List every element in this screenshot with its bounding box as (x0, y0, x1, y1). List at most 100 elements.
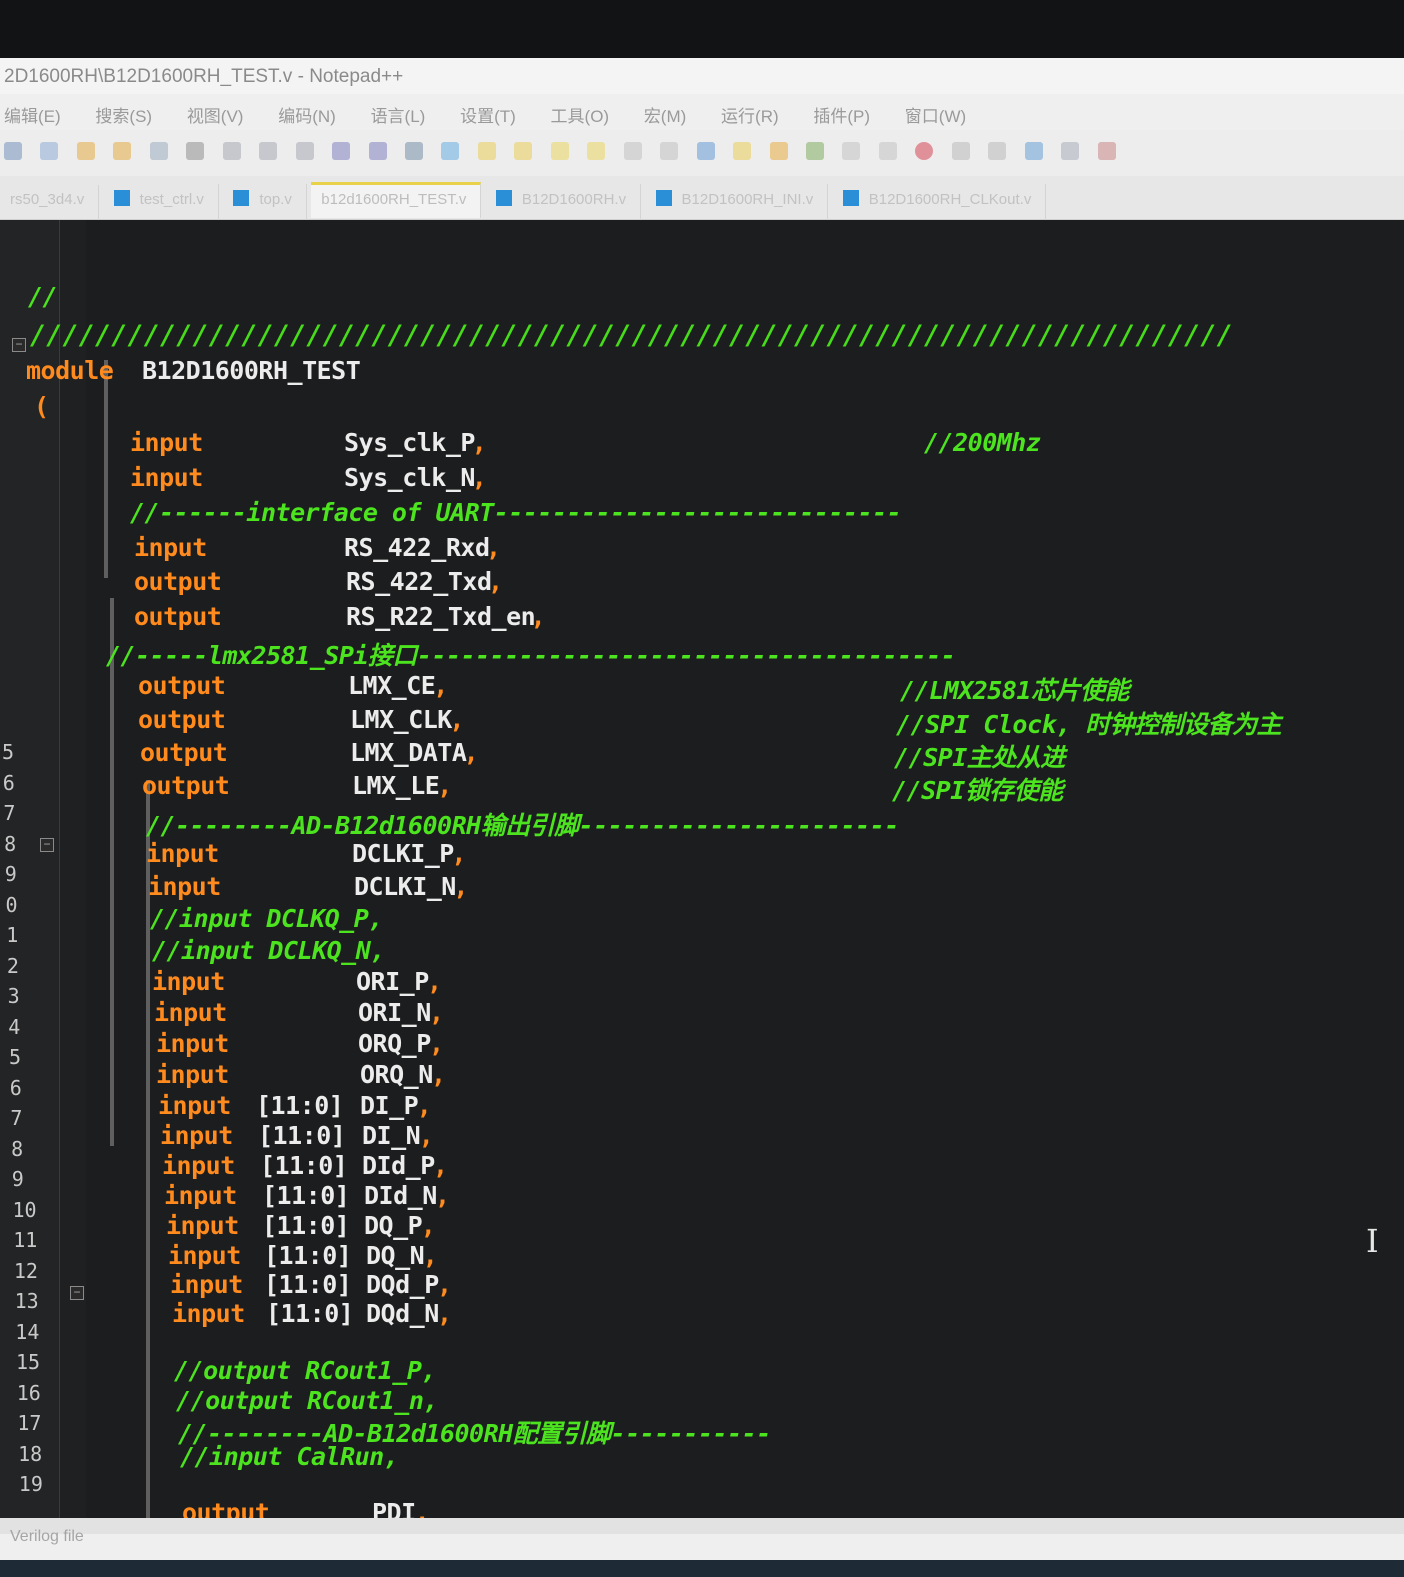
menu-settings[interactable]: 设置(T) (460, 102, 516, 127)
menu-encoding[interactable]: 编码(N) (278, 102, 336, 127)
menu-edit[interactable]: 编辑(E) (4, 102, 61, 127)
indent-guide (104, 360, 108, 578)
code-keyword: input (170, 1270, 243, 1299)
line-number: 16 (16, 1380, 41, 1405)
fold-toggle-icon[interactable]: − (70, 1286, 84, 1300)
spell-check-icon[interactable] (1097, 142, 1116, 160)
indent-guide-icon[interactable] (696, 142, 715, 160)
save-icon[interactable] (76, 142, 95, 160)
tab-b12d1600rh-ini[interactable]: B12D1600RH_INI.v (646, 184, 829, 220)
sync-scroll-v-icon[interactable] (550, 142, 569, 160)
find-icon[interactable] (404, 142, 423, 160)
save-macro-icon[interactable] (1061, 142, 1080, 160)
line-number: 7 (10, 1106, 23, 1130)
redo-icon[interactable] (368, 142, 387, 160)
tab-b12d1600rh-test[interactable]: b12d1600RH_TEST.v (311, 182, 482, 218)
code-punctuation: , (414, 1498, 430, 1518)
tab-label: B12D1600RH_CLKout.v (868, 191, 1032, 208)
play-macro-icon[interactable] (988, 142, 1007, 160)
show-all-chars-icon[interactable] (660, 142, 679, 160)
cut-icon[interactable] (222, 142, 241, 160)
monitoring-icon[interactable] (878, 142, 897, 160)
line-number: 17 (17, 1411, 42, 1435)
code-comment: //------interface of UART---------------… (130, 498, 902, 527)
code-punctuation: , (429, 1029, 444, 1058)
menu-view[interactable]: 视图(V) (187, 102, 244, 127)
zoom-in-icon[interactable] (477, 142, 496, 160)
code-identifier: DI_P (360, 1091, 419, 1120)
code-identifier: PDI (372, 1498, 416, 1518)
tab-rs50[interactable]: rs50_3d4.v (0, 185, 100, 221)
code-punctuation: , (471, 428, 487, 457)
code-keyword: output (142, 771, 230, 800)
function-list-icon[interactable] (805, 142, 824, 160)
tab-label: B12D1600RH_INI.v (681, 191, 814, 208)
code-comment: //SPI Clock, 时钟控制设备为主 (896, 710, 1282, 739)
menu-macro[interactable]: 宏(M) (644, 102, 686, 127)
line-number: 18 (18, 1441, 43, 1466)
taskbar (0, 1560, 1404, 1577)
menu-search[interactable]: 搜索(S) (95, 102, 152, 127)
tab-b12d1600rh-clkout[interactable]: B12D1600RH_CLKout.v (833, 184, 1047, 220)
line-number: 19 (18, 1472, 43, 1496)
code-identifier: DId_N (364, 1181, 437, 1210)
code-identifier: LMX_CLK (350, 705, 452, 734)
sync-scroll-h-icon[interactable] (587, 142, 606, 160)
zoom-out-icon[interactable] (514, 142, 533, 160)
code-bus-range: [11:0] (258, 1121, 346, 1150)
close-icon[interactable] (149, 142, 168, 160)
horizontal-scrollbar[interactable] (0, 1518, 1404, 1534)
folder-workspace-icon[interactable] (842, 142, 861, 160)
save-all-icon[interactable] (113, 142, 132, 160)
line-number: 5 (2, 740, 15, 764)
run-macro-multiple-icon[interactable] (1024, 142, 1043, 160)
line-number: 8 (11, 1136, 24, 1161)
stop-macro-icon[interactable] (951, 142, 970, 160)
code-keyword: output (138, 671, 226, 700)
replace-icon[interactable] (441, 142, 460, 160)
code-punctuation: , (453, 872, 468, 901)
code-punctuation: , (437, 1299, 452, 1328)
code-punctuation: , (530, 602, 546, 631)
open-file-icon[interactable] (40, 142, 59, 160)
tab-b12d1600rh[interactable]: B12D1600RH.v (486, 184, 642, 220)
notepad-window: 2D1600RH\B12D1600RH_TEST.v - Notepad++ 编… (0, 58, 1404, 1577)
code-comment: //input CalRun, (180, 1442, 399, 1471)
tab-label: rs50_3d4.v (10, 191, 85, 208)
code-punctuation: , (486, 533, 501, 562)
menu-bar: 编辑(E) 搜索(S) 视图(V) 编码(N) 语言(L) 设置(T) 工具(O… (0, 94, 1404, 130)
user-lang-icon[interactable] (733, 142, 752, 160)
code-punctuation: , (427, 967, 442, 996)
indent-guide (110, 598, 114, 1146)
code-identifier: DCLKI_N (354, 872, 456, 901)
tab-test-ctrl[interactable]: test_ctrl.v (104, 184, 219, 220)
fold-toggle-icon[interactable]: − (12, 338, 26, 352)
code-bus-range: [11:0] (262, 1211, 350, 1240)
code-punctuation: , (431, 1060, 446, 1089)
word-wrap-icon[interactable] (623, 142, 642, 160)
copy-icon[interactable] (259, 142, 278, 160)
record-macro-icon[interactable] (915, 142, 934, 160)
menu-tools[interactable]: 工具(O) (551, 102, 610, 127)
language-status: Verilog file (10, 1528, 84, 1545)
menu-window[interactable]: 窗口(W) (905, 102, 966, 127)
code-keyword: output (140, 738, 228, 767)
code-editor[interactable]: 5 6 7 8 9 0 1 2 3 4 5 6 7 8 9 10 11 12 13 14 15 16 17 18 19 − − … (0, 220, 1404, 1518)
code-identifier: ORQ_N (360, 1060, 433, 1089)
doc-map-icon[interactable] (769, 142, 788, 160)
new-file-icon[interactable] (4, 142, 22, 160)
code-identifier: DQd_N (366, 1299, 439, 1328)
menu-plugins[interactable]: 插件(P) (813, 102, 870, 127)
line-number: 0 (5, 892, 18, 917)
code-identifier: Sys_clk_P (344, 428, 475, 457)
menu-language[interactable]: 语言(L) (371, 102, 426, 127)
line-number: 10 (12, 1197, 37, 1222)
print-icon[interactable] (186, 142, 205, 160)
tab-top[interactable]: top.v (223, 184, 307, 220)
file-icon (113, 190, 130, 206)
undo-icon[interactable] (332, 142, 351, 160)
paste-icon[interactable] (295, 142, 314, 160)
fold-toggle-icon[interactable]: − (40, 838, 54, 852)
code-identifier: RS_R22_Txd_en (346, 602, 536, 631)
menu-run[interactable]: 运行(R) (721, 102, 779, 127)
